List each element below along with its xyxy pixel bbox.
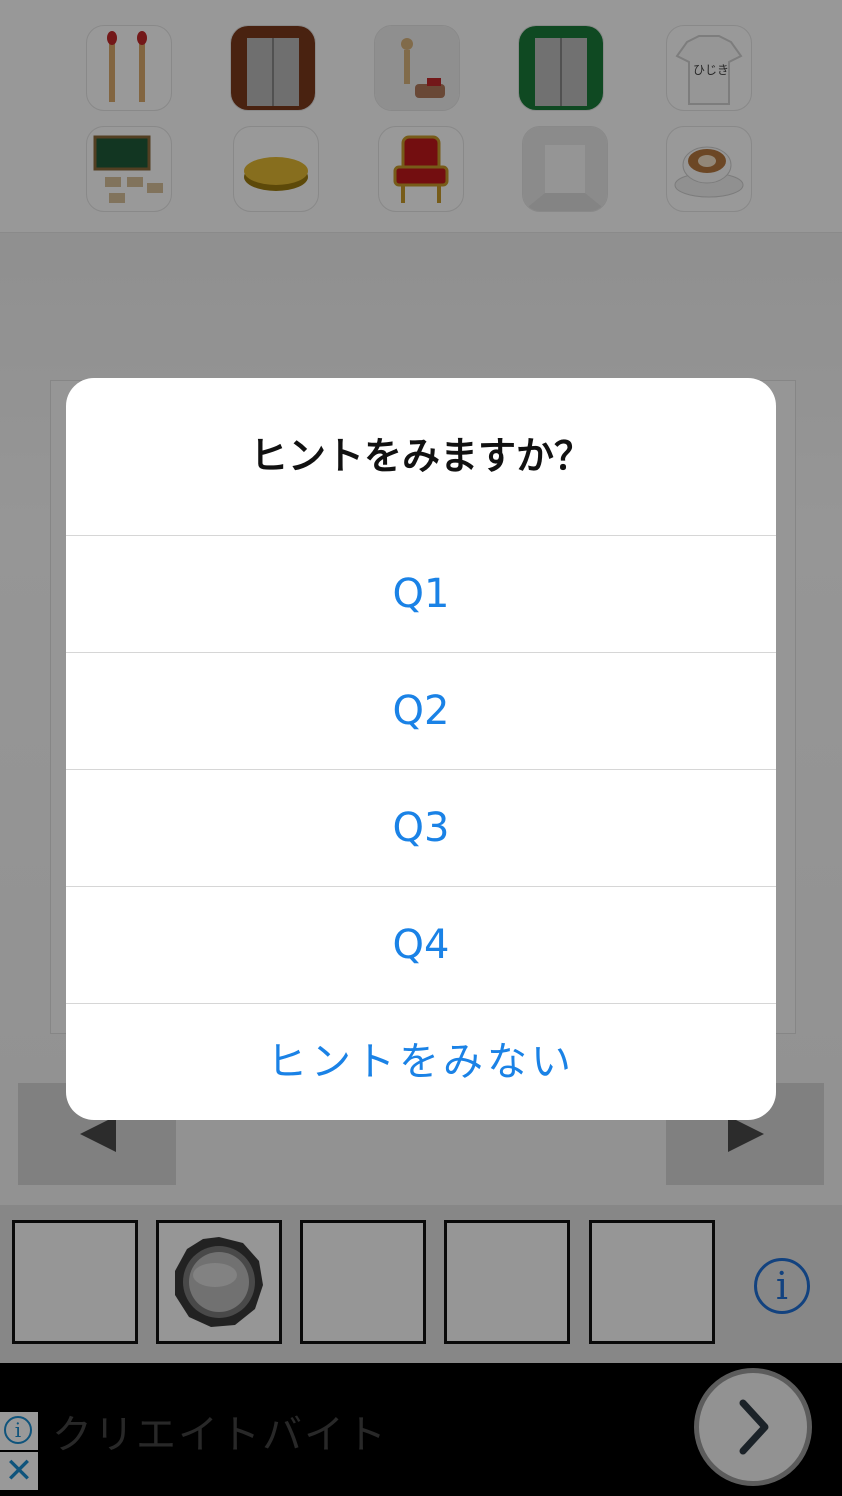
hint-option-q2[interactable]: Q2	[66, 652, 776, 768]
hint-option-q4[interactable]: Q4	[66, 886, 776, 1002]
hint-dialog: ヒントをみますか？ Q1 Q2 Q3 Q4 ヒントをみない	[66, 378, 776, 1120]
hint-option-q1[interactable]: Q1	[66, 535, 776, 651]
dialog-title: ヒントをみますか？	[249, 434, 592, 478]
hint-option-q3[interactable]: Q3	[66, 769, 776, 885]
no-hint-button[interactable]: ヒントをみない	[66, 1003, 776, 1119]
